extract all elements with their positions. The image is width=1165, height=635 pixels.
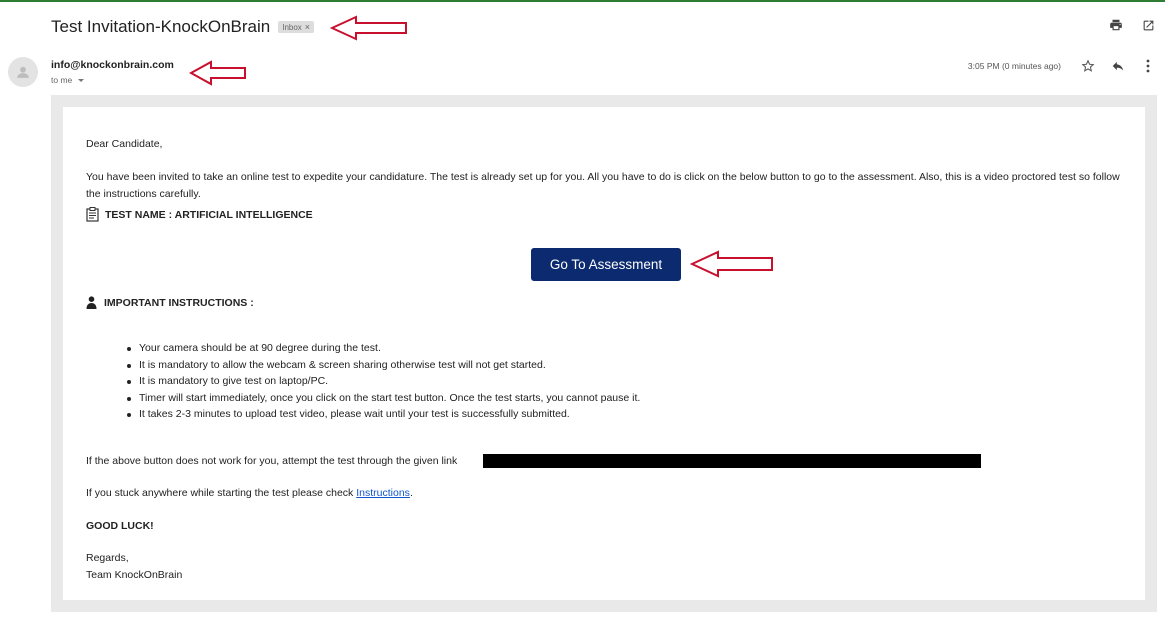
more-vertical-icon[interactable] bbox=[1139, 57, 1157, 75]
instructions-link[interactable]: Instructions bbox=[356, 487, 410, 499]
good-luck: GOOD LUCK! bbox=[86, 520, 154, 532]
thread-actions bbox=[1107, 16, 1157, 34]
chevron-down-icon[interactable] bbox=[78, 78, 85, 82]
print-icon[interactable] bbox=[1107, 16, 1125, 34]
email-subject: Test Invitation-KnockOnBrain bbox=[51, 17, 271, 36]
remove-label-icon[interactable]: × bbox=[305, 23, 310, 32]
list-item: Your camera should be at 90 degree durin… bbox=[127, 340, 640, 357]
star-icon[interactable] bbox=[1079, 57, 1097, 75]
annotation-arrow-subject bbox=[330, 15, 407, 41]
list-item: It takes 2-3 minutes to upload test vide… bbox=[127, 406, 640, 423]
message-time: 3:05 PM (0 minutes ago) bbox=[967, 61, 1061, 71]
annotation-arrow-sender bbox=[189, 60, 246, 86]
clipboard-icon bbox=[86, 207, 99, 222]
instructions-heading-row: IMPORTANT INSTRUCTIONS : bbox=[86, 296, 254, 309]
message-meta: 3:05 PM (0 minutes ago) bbox=[968, 57, 1157, 75]
annotation-arrow-button bbox=[690, 250, 773, 278]
greeting: Dear Candidate, bbox=[86, 138, 163, 150]
instructions-list: Your camera should be at 90 degree durin… bbox=[127, 340, 640, 423]
list-item: It is mandatory to allow the webcam & sc… bbox=[127, 357, 640, 374]
stuck-text: If you stuck anywhere while starting the… bbox=[86, 487, 357, 499]
recipient-line: to me bbox=[51, 75, 85, 85]
signature-team: Team KnockOnBrain bbox=[86, 569, 183, 581]
instructions-heading: IMPORTANT INSTRUCTIONS : bbox=[104, 296, 254, 309]
list-item: It is mandatory to give test on laptop/P… bbox=[127, 373, 640, 390]
regards: Regards, bbox=[86, 552, 129, 564]
sender-avatar bbox=[8, 57, 38, 87]
inbox-label-text: Inbox bbox=[282, 22, 302, 32]
reply-icon[interactable] bbox=[1109, 57, 1127, 75]
test-name-text: TEST NAME : ARTIFICIAL INTELLIGENCE bbox=[105, 208, 313, 221]
stuck-end: . bbox=[409, 487, 413, 499]
user-icon bbox=[86, 296, 97, 309]
test-name-row: TEST NAME : ARTIFICIAL INTELLIGENCE bbox=[86, 207, 313, 222]
subject-row: Test Invitation-KnockOnBrain Inbox × bbox=[51, 14, 315, 40]
email-body-frame: Dear Candidate, You have been invited to… bbox=[51, 95, 1157, 612]
stuck-paragraph: If you stuck anywhere while starting the… bbox=[86, 485, 413, 502]
person-avatar-icon bbox=[17, 66, 29, 78]
top-accent-line bbox=[0, 0, 1165, 2]
inbox-label-badge[interactable]: Inbox × bbox=[278, 21, 315, 33]
go-to-assessment-button[interactable]: Go To Assessment bbox=[531, 248, 681, 281]
open-in-new-window-icon[interactable] bbox=[1139, 16, 1157, 34]
fallback-text: If the above button does not work for yo… bbox=[86, 455, 458, 467]
intro-paragraph: You have been invited to take an online … bbox=[86, 171, 1120, 200]
recipient-text: to me bbox=[51, 75, 73, 85]
sender-email[interactable]: info@knockonbrain.com bbox=[51, 59, 174, 71]
email-body-card: Dear Candidate, You have been invited to… bbox=[63, 107, 1145, 600]
list-item: Timer will start immediately, once you c… bbox=[127, 390, 640, 407]
redacted-link bbox=[483, 454, 981, 468]
